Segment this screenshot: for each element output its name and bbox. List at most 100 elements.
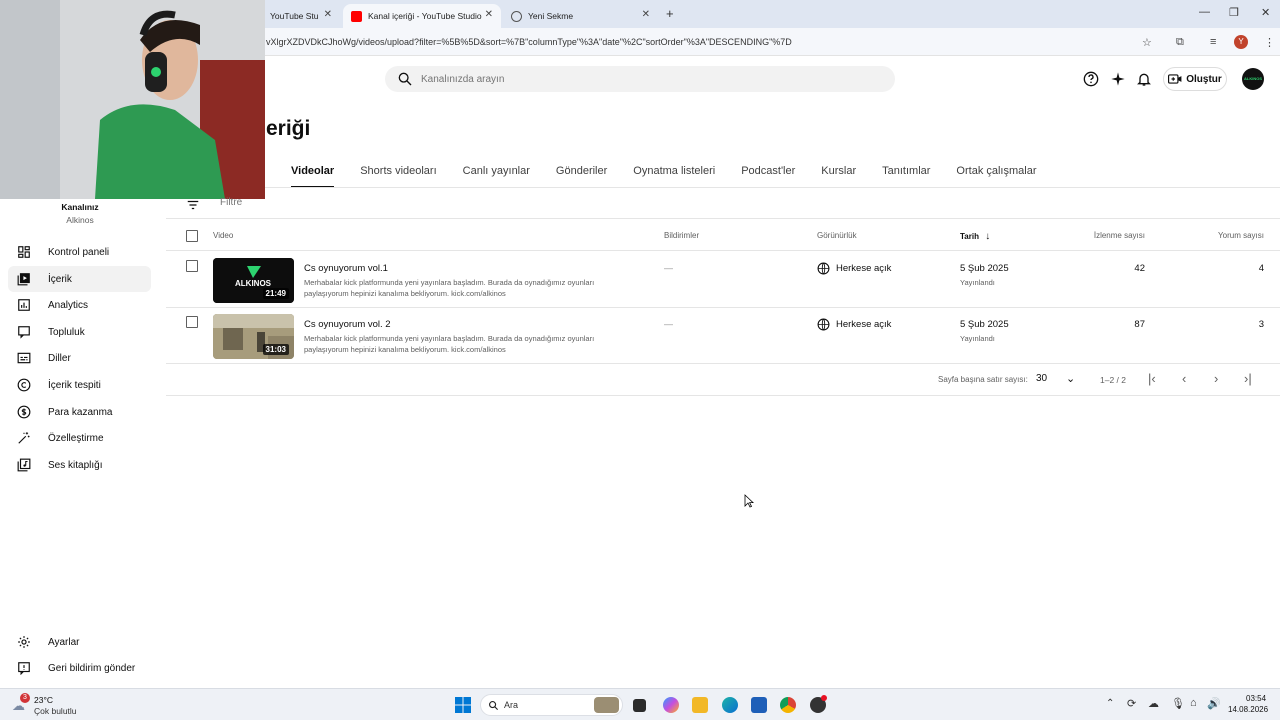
- rows-per-page-select[interactable]: 30 ⌄: [1036, 373, 1081, 385]
- minimize-button[interactable]: —: [1199, 6, 1210, 18]
- media-control-icon[interactable]: ≡: [1210, 36, 1216, 48]
- weather-widget[interactable]: ☁ 3 23°C Çok bulutlu: [10, 693, 90, 717]
- column-comments[interactable]: Yorum sayısı: [1218, 231, 1264, 240]
- table-header: Video Bildirimler Görünürlük Tarih ↓ İzl…: [166, 220, 1280, 251]
- visibility-dropdown[interactable]: Herkese açık: [836, 319, 891, 330]
- sidebar-item-dashboard[interactable]: Kontrol paneli: [8, 239, 151, 265]
- channel-search-bar[interactable]: [385, 66, 895, 92]
- edge-icon[interactable]: [722, 697, 738, 713]
- url-field[interactable]: vXlgrXZDVDkCJhoWg/videos/upload?filter=%…: [266, 37, 792, 47]
- tab-live[interactable]: Canlı yayınlar: [450, 160, 543, 188]
- file-explorer-icon[interactable]: [692, 697, 708, 713]
- sidebar-item-community[interactable]: Topluluk: [8, 319, 151, 345]
- column-visibility: Görünürlük: [817, 231, 857, 240]
- tab-shorts[interactable]: Shorts videoları: [347, 160, 449, 188]
- tray-network-icon[interactable]: ⌂: [1190, 697, 1197, 709]
- table-row[interactable]: 31:03 Cs oynuyorum vol. 2 Merhabalar kic…: [166, 308, 1280, 364]
- close-tab-icon[interactable]: ✕: [642, 9, 650, 20]
- menu-kebab-icon[interactable]: ⋮: [1264, 36, 1275, 49]
- tray-volume-icon[interactable]: 🔊: [1207, 697, 1221, 710]
- video-title[interactable]: Cs oynuyorum vol.1: [304, 263, 388, 274]
- column-date-sort[interactable]: Tarih ↓: [960, 231, 990, 242]
- create-button[interactable]: Oluştur: [1163, 67, 1227, 91]
- svg-text:ALKINOS: ALKINOS: [235, 279, 272, 288]
- row-checkbox[interactable]: [186, 316, 198, 328]
- sidebar-item-content[interactable]: İçerik: [8, 266, 151, 292]
- visibility-dropdown[interactable]: Herkese açık: [836, 263, 891, 274]
- tab-posts[interactable]: Gönderiler: [543, 160, 620, 188]
- close-window-button[interactable]: ✕: [1261, 6, 1270, 19]
- tab-collaborations[interactable]: Ortak çalışmalar: [943, 160, 1049, 188]
- page-range: 1–2 / 2: [1100, 375, 1126, 385]
- video-thumbnail[interactable]: 31:03: [213, 314, 294, 359]
- comment-count: 4: [1258, 263, 1264, 274]
- dashboard-icon: [16, 244, 32, 260]
- channel-avatar[interactable]: ALKINOS: [1242, 68, 1264, 90]
- sidebar-item-languages[interactable]: Diller: [8, 345, 151, 371]
- help-icon[interactable]: [1083, 71, 1099, 87]
- sidebar-item-settings[interactable]: Ayarlar: [8, 629, 151, 655]
- profile-avatar[interactable]: Y: [1234, 35, 1248, 49]
- chrome-icon[interactable]: [780, 697, 796, 713]
- clock-date[interactable]: 14.08.2026: [1228, 705, 1268, 714]
- pagination-bar: Sayfa başına satır sayısı: 30 ⌄ 1–2 / 2 …: [166, 364, 1280, 396]
- sidebar-item-customization[interactable]: Özelleştirme: [8, 425, 151, 451]
- table-row[interactable]: ALKINOS 21:49 Cs oynuyorum vol.1 Merhaba…: [166, 252, 1280, 308]
- store-icon[interactable]: [751, 697, 767, 713]
- tab-playlists[interactable]: Oynatma listeleri: [620, 160, 728, 188]
- bookmark-star-icon[interactable]: ☆: [1142, 36, 1152, 49]
- browser-tab-content[interactable]: Kanal içeriği - YouTube Studio ✕: [343, 4, 501, 28]
- view-count: 87: [1134, 319, 1145, 330]
- maximize-button[interactable]: ❐: [1229, 6, 1239, 19]
- filter-input[interactable]: [220, 197, 520, 208]
- taskbar-search[interactable]: Ara: [480, 694, 623, 716]
- filter-icon[interactable]: [186, 198, 200, 212]
- row-checkbox[interactable]: [186, 260, 198, 272]
- tab-videos[interactable]: Videolar: [278, 160, 347, 188]
- video-thumbnail[interactable]: ALKINOS 21:49: [213, 258, 294, 303]
- publish-status: Yayınlandı: [960, 278, 995, 287]
- sidebar-item-content-detection[interactable]: İçerik tespiti: [8, 372, 151, 398]
- sidebar-item-feedback[interactable]: Geri bildirim gönder: [8, 655, 151, 681]
- sidebar-item-audio-library[interactable]: Ses kitaplığı: [8, 452, 151, 478]
- tray-mic-icon[interactable]: 🎙: [1171, 697, 1185, 710]
- search-input[interactable]: [421, 70, 871, 88]
- select-all-checkbox[interactable]: [186, 230, 198, 242]
- youtube-studio-favicon: [351, 10, 362, 22]
- tab-courses[interactable]: Kurslar: [808, 160, 869, 188]
- content-tabs: Videolar Shorts videoları Canlı yayınlar…: [278, 160, 1050, 188]
- task-view-icon[interactable]: [633, 699, 646, 712]
- copilot-icon[interactable]: [663, 697, 679, 713]
- taskbar-search-label: Ara: [504, 700, 519, 710]
- globe-icon: [817, 262, 830, 275]
- publish-status: Yayınlandı: [960, 334, 995, 343]
- video-title[interactable]: Cs oynuyorum vol. 2: [304, 319, 391, 330]
- sidebar-item-monetization[interactable]: Para kazanma: [8, 399, 151, 425]
- first-page-icon[interactable]: |‹: [1148, 371, 1156, 386]
- browser-tab-youtube-studio[interactable]: YouTube Stu ✕: [262, 4, 340, 28]
- windows-start-icon[interactable]: [455, 697, 471, 713]
- tab-podcasts[interactable]: Podcast'ler: [728, 160, 808, 188]
- tray-cloud-icon[interactable]: ☁: [1148, 697, 1159, 710]
- new-tab-button[interactable]: +: [666, 6, 674, 21]
- tray-sync-icon[interactable]: ⟳: [1127, 697, 1136, 710]
- weather-badge: 3: [20, 693, 30, 703]
- column-views[interactable]: İzlenme sayısı: [1094, 231, 1145, 240]
- filter-bar: [166, 193, 1280, 219]
- tab-promotions[interactable]: Tanıtımlar: [869, 160, 943, 188]
- sidebar-item-analytics[interactable]: Analytics: [8, 292, 151, 318]
- previous-page-icon[interactable]: ‹: [1182, 371, 1186, 386]
- publish-date: 5 Şub 2025: [960, 319, 1009, 330]
- tray-chevron-up-icon[interactable]: ⌃: [1106, 698, 1114, 709]
- search-icon: [489, 701, 499, 711]
- extensions-icon[interactable]: ⧉: [1176, 36, 1184, 49]
- close-tab-icon[interactable]: ✕: [324, 9, 332, 20]
- close-tab-icon[interactable]: ✕: [485, 9, 493, 20]
- sparkle-icon[interactable]: [1110, 71, 1126, 87]
- last-page-icon[interactable]: ›|: [1244, 371, 1252, 386]
- notifications-bell-icon[interactable]: [1136, 71, 1152, 87]
- clock-time[interactable]: 03:54: [1246, 694, 1266, 703]
- next-page-icon[interactable]: ›: [1214, 371, 1218, 386]
- browser-tab-new[interactable]: Yeni Sekme ✕: [503, 4, 658, 28]
- windows-taskbar: ☁ 3 23°C Çok bulutlu Ara ⌃ ⟳ ☁ 🎙 ⌂ 🔊 03:…: [0, 688, 1280, 720]
